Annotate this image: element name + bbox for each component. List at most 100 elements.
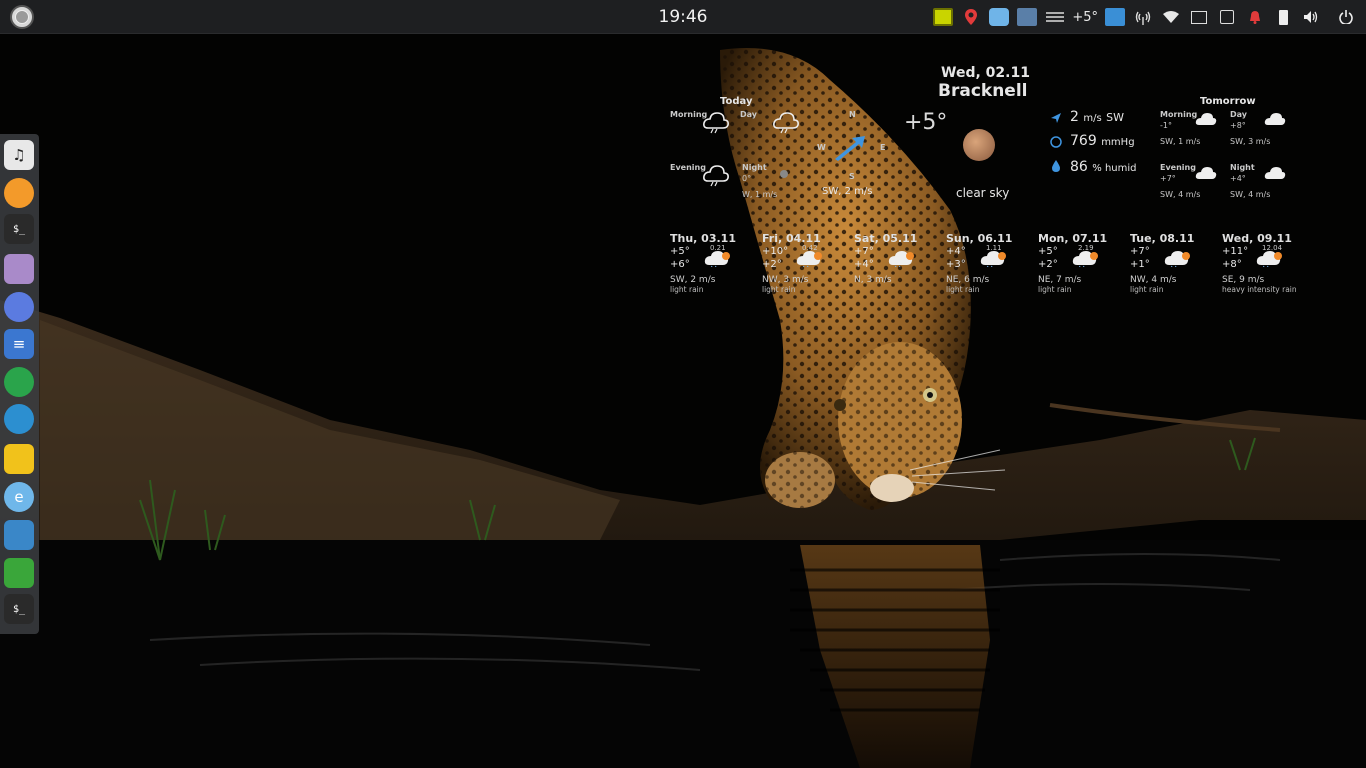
tomorrow-evening-temp: +7° (1160, 174, 1176, 183)
equalizer-icon[interactable] (1044, 6, 1066, 28)
today-day-label: Day (740, 110, 758, 119)
wind-icon (1051, 113, 1061, 123)
tomorrow-day-temp: +8° (1230, 121, 1246, 130)
compass-s: S (849, 172, 855, 181)
rain-sun-cloud-icon (1256, 249, 1284, 271)
forecast-wind: NE, 7 m/s (1038, 275, 1082, 285)
system-monitor-icon[interactable] (4, 520, 34, 550)
game-icon[interactable] (4, 444, 34, 474)
text-editor-icon[interactable]: ≡ (4, 329, 34, 359)
wireless-icon[interactable] (1132, 6, 1154, 28)
app-icon[interactable] (988, 6, 1010, 28)
terminal-icon[interactable]: $_ (4, 214, 34, 244)
tomorrow-label: Tomorrow (1200, 96, 1256, 107)
weather-widget: Wed, 02.11 Bracknell Today Morning Day E… (660, 60, 1310, 320)
humidity-drop-icon (1052, 160, 1060, 172)
tomorrow-night-temp: +4° (1230, 174, 1246, 183)
current-wind-summary: SW, 2 m/s (822, 186, 873, 197)
pressure-value: 769 (1070, 133, 1097, 149)
tomorrow-night-label: Night (1230, 163, 1255, 172)
chrome-icon[interactable] (4, 367, 34, 397)
rain-sun-cloud-icon (888, 249, 916, 271)
forecast-day: Thu, 03.11 0.21 +5° +6° SW, 2 m/s light rain (670, 232, 760, 302)
notification-icon[interactable] (1244, 6, 1266, 28)
forecast-date: Tue, 08.11 (1130, 232, 1195, 245)
edge-icon[interactable]: e (4, 482, 34, 512)
wifi-icon[interactable] (1160, 6, 1182, 28)
wind-dir: SW (1106, 111, 1125, 124)
forecast-wind: NW, 3 m/s (762, 275, 809, 285)
today-night-temp: 0° (742, 174, 752, 183)
volume-icon[interactable] (1300, 6, 1322, 28)
tomorrow-morning-wind: SW, 1 m/s (1160, 137, 1201, 146)
rain-sun-cloud-icon (1164, 249, 1192, 271)
compass-e: E (880, 143, 886, 152)
forecast-day: Tue, 08.11 +7° +1° NW, 4 m/s light rain (1130, 232, 1220, 302)
browser-icon[interactable] (4, 292, 34, 322)
app-menu-button[interactable] (10, 5, 34, 29)
current-condition: clear sky (956, 186, 1010, 200)
wind-direction-arrow-icon (835, 136, 865, 161)
forecast-temps: +7° +4° (854, 245, 944, 271)
forecast-temps: +5° +2° (1038, 245, 1128, 271)
forecast-temps: +11° +8° (1222, 245, 1312, 271)
forecast-wind: SW, 2 m/s (670, 275, 716, 285)
firefox-icon[interactable] (4, 178, 34, 208)
tomorrow-day-label: Day (1230, 110, 1248, 119)
compass-w: W (817, 143, 826, 152)
pressure-unit: mmHg (1101, 137, 1135, 148)
printer-icon[interactable] (1216, 6, 1238, 28)
forecast-temps: +10° +2° (762, 245, 852, 271)
tomorrow-night-wind: SW, 4 m/s (1230, 190, 1271, 199)
forecast-temps: +5° +6° (670, 245, 760, 271)
forecast-wind: SE, 9 m/s (1222, 275, 1265, 285)
forecast-date: Sat, 05.11 (854, 232, 918, 245)
today-evening-label: Evening (670, 163, 706, 172)
forecast-temps: +4° +3° (946, 245, 1036, 271)
forecast-day: Mon, 07.11 2.19 +5° +2° NE, 7 m/s light rain (1038, 232, 1128, 302)
forecast-day: Sat, 05.11 +7° +4° N, 3 m/s (854, 232, 944, 302)
music-visualizer-icon[interactable] (1016, 6, 1038, 28)
tomorrow-morning-temp: -1° (1160, 121, 1172, 130)
today-night-wind: W, 1 m/s (742, 190, 778, 199)
files-icon[interactable] (4, 254, 34, 284)
monitor-icon[interactable] (932, 6, 954, 28)
wind-unit: m/s (1083, 113, 1102, 124)
forecast-desc: heavy intensity rain (1222, 285, 1297, 294)
forecast-day: Fri, 04.11 0.42 +10° +2° NW, 3 m/s light rain (762, 232, 852, 302)
location-pin-icon[interactable] (960, 6, 982, 28)
moon-icon (780, 170, 788, 178)
weather-date: Wed, 02.11 (941, 65, 1030, 81)
battery-icon[interactable] (1272, 6, 1294, 28)
tomorrow-evening-label: Evening (1160, 163, 1196, 172)
tomorrow-evening-wind: SW, 4 m/s (1160, 190, 1201, 199)
power-icon[interactable] (1335, 6, 1357, 28)
terminal-icon-2[interactable]: $_ (4, 594, 34, 624)
window-icon[interactable] (1188, 6, 1210, 28)
keys-icon[interactable] (4, 558, 34, 588)
cloud-icon (1264, 167, 1286, 179)
forecast-desc: light rain (946, 285, 980, 294)
weather-temp-indicator[interactable]: +5° (1072, 6, 1098, 28)
forecast-desc: light rain (1038, 285, 1072, 294)
compass-n: N (849, 110, 856, 119)
translate-icon[interactable] (1104, 6, 1126, 28)
today-night-label: Night (742, 163, 767, 172)
forecast-desc: light rain (670, 285, 704, 294)
weather-city: Bracknell (938, 81, 1028, 101)
tomorrow-morning-label: Morning (1160, 110, 1198, 119)
rain-sun-cloud-icon (980, 249, 1008, 271)
forecast-wind: NE, 6 m/s (946, 275, 990, 285)
current-temp: +5° (904, 110, 948, 135)
humidity-unit: % humid (1092, 163, 1137, 174)
music-player-icon[interactable]: ♫ (4, 140, 34, 170)
forecast-desc: light rain (762, 285, 796, 294)
rain-cloud-icon (703, 112, 729, 134)
synaptic-icon[interactable] (4, 404, 34, 434)
rain-sun-cloud-icon (704, 249, 732, 271)
panel-clock[interactable]: 19:46 (659, 7, 708, 27)
cloud-icon (1195, 167, 1217, 179)
sun-icon (963, 129, 995, 161)
rain-sun-cloud-icon (1072, 249, 1100, 271)
pressure-icon (1050, 136, 1062, 148)
